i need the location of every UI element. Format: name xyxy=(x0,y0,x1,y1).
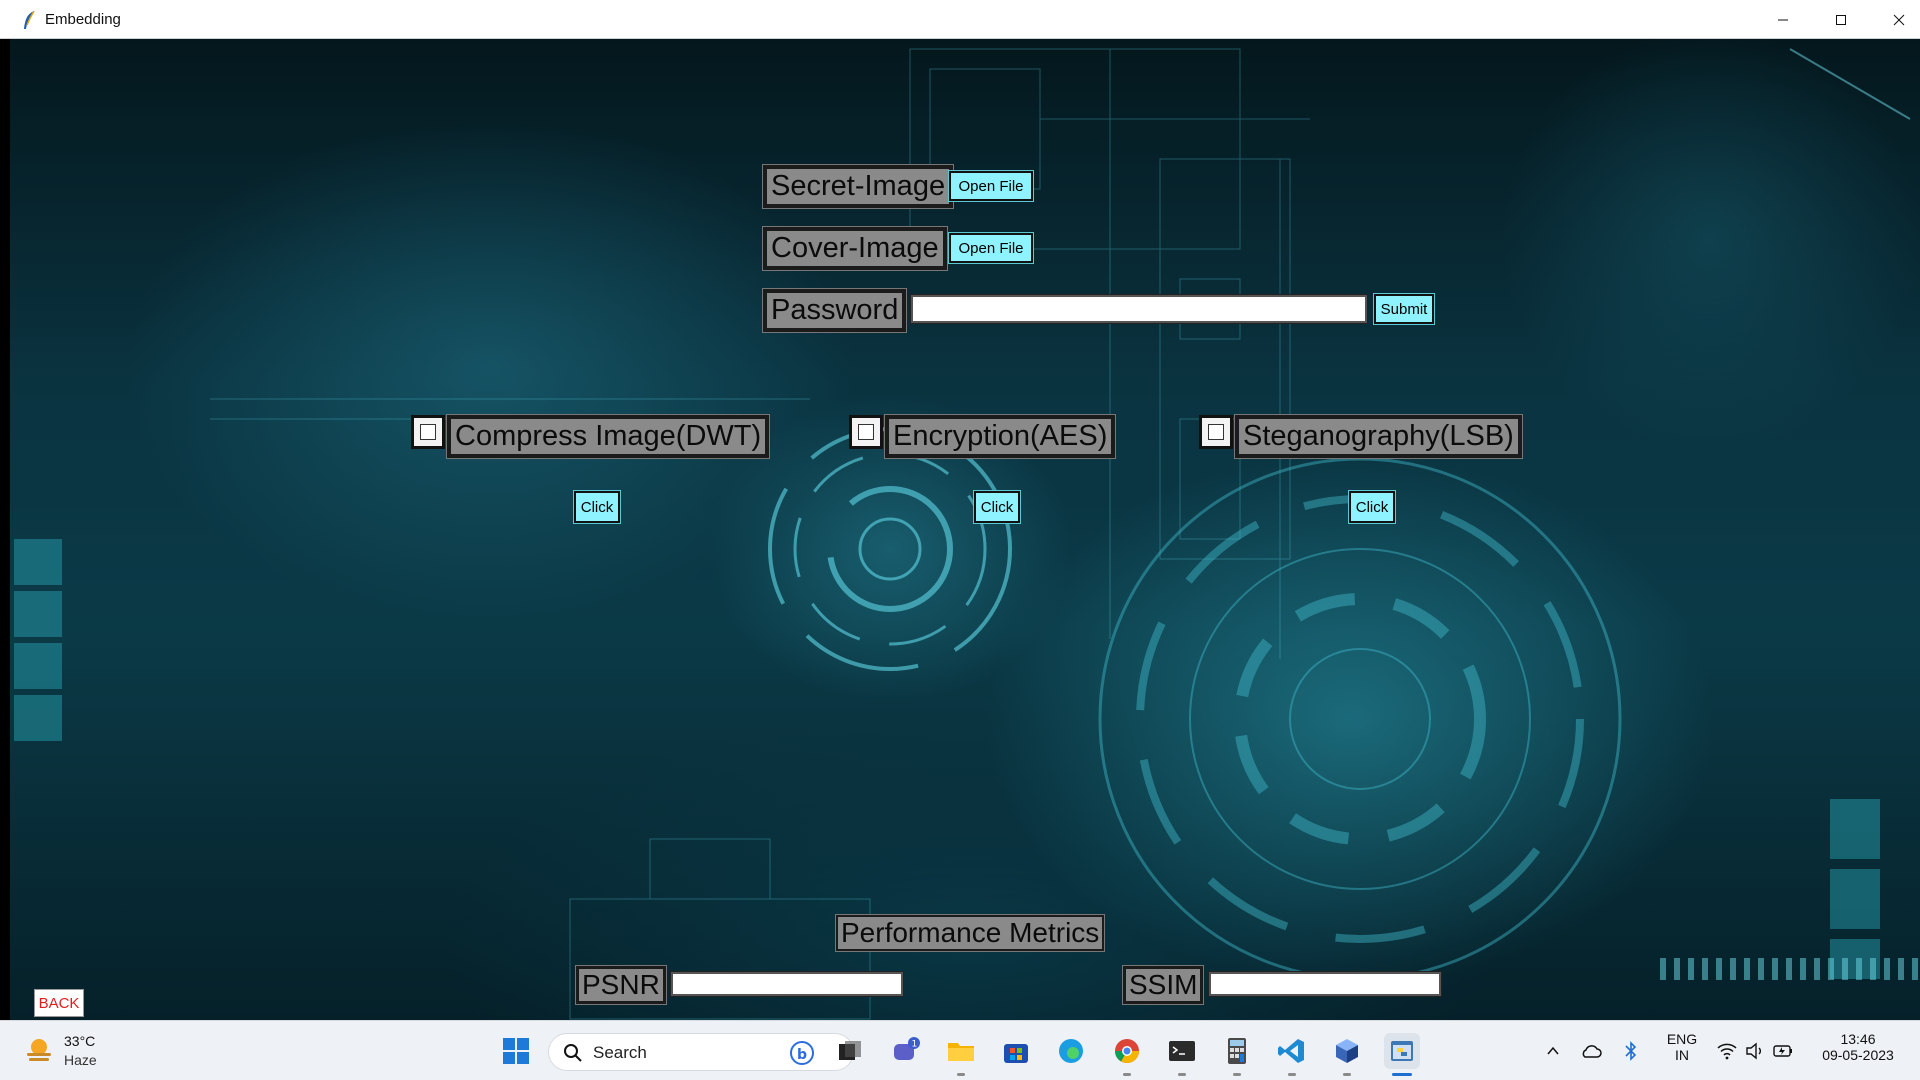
secret-image-label: Secret-Image xyxy=(761,164,955,209)
checkbox-box xyxy=(858,424,874,440)
compress-dwt-click-button[interactable]: Click xyxy=(573,490,621,524)
minimize-icon xyxy=(1778,19,1788,20)
svg-text:b: b xyxy=(797,1047,807,1063)
region-code: IN xyxy=(1675,1047,1689,1063)
app-canvas: Secret-Image Open File Cover-Image Open … xyxy=(10,39,1920,1020)
edge-button[interactable] xyxy=(1053,1033,1089,1069)
bluetooth-tray-button[interactable] xyxy=(1614,1033,1648,1069)
volume-tray-button[interactable] xyxy=(1740,1033,1770,1069)
weather-condition: Haze xyxy=(64,1052,97,1068)
svg-text:1: 1 xyxy=(912,1040,918,1050)
secret-open-file-button[interactable]: Open File xyxy=(948,170,1034,202)
wifi-icon xyxy=(1717,1043,1737,1060)
search-placeholder: Search xyxy=(593,1043,647,1062)
steganography-lsb-checkbox[interactable] xyxy=(1199,415,1233,449)
submit-button[interactable]: Submit xyxy=(1373,293,1435,325)
taskbar-search-box[interactable]: Search b xyxy=(548,1033,854,1071)
calculator-button[interactable] xyxy=(1219,1033,1255,1069)
encryption-aes-checkbox[interactable] xyxy=(849,415,883,449)
clock-time: 13:46 xyxy=(1840,1031,1876,1047)
file-explorer-icon xyxy=(948,1043,974,1061)
window-title: Embedding xyxy=(45,11,121,28)
battery-charging-icon xyxy=(1773,1045,1792,1057)
terminal-icon xyxy=(1169,1041,1195,1061)
start-button[interactable] xyxy=(498,1033,534,1069)
bluetooth-icon xyxy=(1625,1041,1637,1061)
cloud-icon xyxy=(1582,1045,1602,1058)
search-icon xyxy=(564,1044,582,1062)
running-indicator xyxy=(957,1073,965,1076)
password-label: Password xyxy=(761,288,908,333)
speaker-icon xyxy=(1746,1042,1761,1060)
wifi-tray-button[interactable] xyxy=(1712,1033,1742,1069)
onedrive-tray-button[interactable] xyxy=(1574,1033,1608,1069)
performance-metrics-title: Performance Metrics xyxy=(834,914,1106,952)
battery-tray-button[interactable] xyxy=(1768,1033,1798,1069)
file-explorer-button[interactable] xyxy=(943,1033,979,1069)
edge-icon xyxy=(1059,1039,1083,1063)
checkbox-box xyxy=(1208,424,1224,440)
maximize-icon xyxy=(1836,14,1846,25)
password-input[interactable] xyxy=(910,294,1368,324)
chrome-button[interactable] xyxy=(1109,1033,1145,1069)
calculator-icon xyxy=(1228,1038,1246,1064)
close-button[interactable] xyxy=(1870,0,1920,39)
bing-icon: b xyxy=(790,1041,814,1065)
checkbox-box xyxy=(420,424,436,440)
running-indicator xyxy=(1123,1073,1131,1076)
chrome-icon xyxy=(1115,1039,1139,1064)
start-icon xyxy=(503,1038,529,1064)
ssim-output-field[interactable] xyxy=(1208,971,1442,997)
weather-temperature: 33°C xyxy=(64,1033,96,1049)
running-indicator xyxy=(1343,1073,1351,1076)
3d-box-button[interactable] xyxy=(1329,1033,1365,1069)
close-icon xyxy=(1893,14,1905,25)
encryption-aes-click-button[interactable]: Click xyxy=(973,490,1021,524)
feather-app-icon xyxy=(24,10,35,29)
microsoft-store-button[interactable] xyxy=(998,1033,1034,1069)
window-titlebar: Embedding xyxy=(0,0,1920,39)
running-indicator xyxy=(1178,1073,1186,1076)
show-hidden-icons-button[interactable] xyxy=(1536,1033,1570,1069)
microsoft-store-icon xyxy=(1004,1044,1028,1063)
compress-dwt-label: Compress Image(DWT) xyxy=(445,414,771,459)
vscode-button[interactable] xyxy=(1274,1033,1310,1069)
maximize-button[interactable] xyxy=(1812,0,1870,39)
python-app-button[interactable] xyxy=(1384,1033,1420,1069)
psnr-output-field[interactable] xyxy=(670,971,904,997)
task-view-button[interactable] xyxy=(832,1033,868,1069)
cover-open-file-button[interactable]: Open File xyxy=(948,232,1034,264)
compress-dwt-checkbox[interactable] xyxy=(411,415,445,449)
weather-widget[interactable]: 33°C Haze xyxy=(22,1031,142,1071)
language-indicator[interactable]: ENG IN xyxy=(1660,1031,1704,1063)
sun-haze-icon xyxy=(27,1039,51,1061)
active-indicator xyxy=(1392,1073,1412,1076)
windows-taskbar: 33°C Haze Search b 1 ENG IN 13:46 09-05-… xyxy=(0,1020,1920,1080)
teams-chat-button[interactable]: 1 xyxy=(887,1033,923,1069)
vscode-icon xyxy=(1278,1039,1304,1063)
encryption-aes-label: Encryption(AES) xyxy=(883,414,1117,459)
clock[interactable]: 13:46 09-05-2023 xyxy=(1808,1031,1908,1063)
cover-image-label: Cover-Image xyxy=(762,226,948,271)
running-indicator xyxy=(1233,1073,1241,1076)
python-icon xyxy=(1391,1041,1413,1061)
steganography-lsb-label: Steganography(LSB) xyxy=(1234,414,1523,459)
running-indicator xyxy=(1288,1073,1296,1076)
teams-chat-icon: 1 xyxy=(894,1037,920,1060)
chevron-up-icon xyxy=(1547,1046,1559,1055)
steganography-lsb-click-button[interactable]: Click xyxy=(1348,490,1396,524)
task-view-icon xyxy=(839,1041,861,1060)
clock-date: 09-05-2023 xyxy=(1822,1047,1894,1063)
psnr-label: PSNR xyxy=(575,965,667,1005)
minimize-button[interactable] xyxy=(1754,0,1812,39)
back-button[interactable]: BACK xyxy=(34,989,84,1017)
ssim-label: SSIM xyxy=(1121,965,1205,1005)
3d-box-icon xyxy=(1336,1039,1358,1063)
terminal-button[interactable] xyxy=(1164,1033,1200,1069)
language-code: ENG xyxy=(1666,1031,1698,1047)
